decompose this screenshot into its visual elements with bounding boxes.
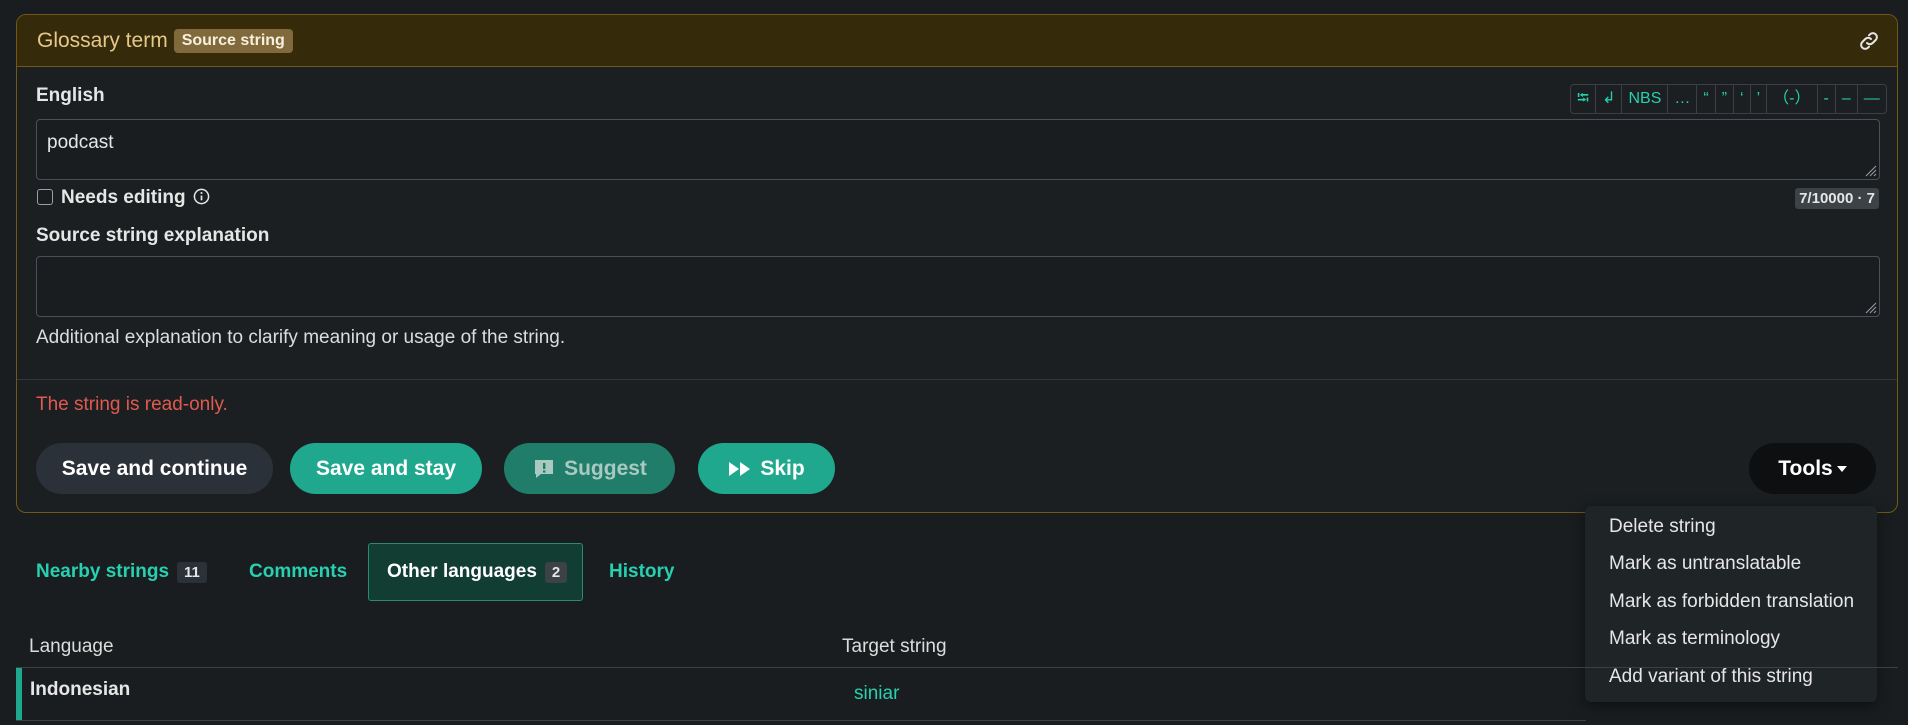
character-counter: 7/10000 · 7 xyxy=(1795,188,1879,209)
tab-history-label: History xyxy=(609,561,675,582)
suggest-label: Suggest xyxy=(564,456,647,480)
tab-other-languages-count: 2 xyxy=(544,561,568,583)
tab-comments-label: Comments xyxy=(249,561,348,582)
needs-editing-label: Needs editing xyxy=(61,187,210,209)
special-char-right-single-quote[interactable]: ’ xyxy=(1749,85,1767,113)
save-and-stay-label: Save and stay xyxy=(315,456,457,480)
menu-item-mark-forbidden[interactable]: Mark as forbidden translation xyxy=(1609,591,1854,613)
tools-dropdown-menu: Delete string Mark as untranslatable Mar… xyxy=(1585,506,1877,702)
explanation-label: Source string explanation xyxy=(36,225,270,246)
tab-nearby-strings[interactable]: Nearby strings 11 xyxy=(36,543,207,601)
source-language-label: English xyxy=(36,85,105,106)
special-char-right-double-quote[interactable]: ” xyxy=(1714,85,1733,113)
special-char-newline[interactable]: ↲ xyxy=(1595,85,1621,113)
row-target-link[interactable]: siniar xyxy=(854,683,899,705)
special-char-left-double-quote[interactable]: “ xyxy=(1696,85,1714,113)
fast-forward-icon xyxy=(729,461,751,476)
save-and-stay-button[interactable]: Save and stay xyxy=(290,443,482,494)
special-char-nbsp[interactable]: NBS xyxy=(1621,85,1667,113)
table-row-divider xyxy=(16,720,1586,721)
caret-down-icon xyxy=(1836,465,1847,472)
suggestion-icon xyxy=(535,459,554,478)
special-char-en-dash[interactable]: – xyxy=(1834,85,1857,113)
menu-item-delete-string[interactable]: Delete string xyxy=(1609,516,1716,538)
glossary-term-panel: Glossary term Source string English ⭾ ↲ … xyxy=(16,14,1898,513)
readonly-message: The string is read-only. xyxy=(36,394,228,415)
needs-editing-text: Needs editing xyxy=(61,187,186,208)
tab-nearby-strings-count: 11 xyxy=(177,561,207,583)
column-header-target-string: Target string xyxy=(842,636,947,657)
source-string-badge: Source string xyxy=(173,28,293,53)
menu-item-add-variant[interactable]: Add variant of this string xyxy=(1609,666,1813,688)
special-char-em-dash[interactable]: — xyxy=(1856,85,1886,113)
skip-button[interactable]: Skip xyxy=(698,443,835,494)
suggest-button[interactable]: Suggest xyxy=(504,443,675,494)
tab-comments[interactable]: Comments xyxy=(249,543,347,601)
tab-nearby-strings-label: Nearby strings xyxy=(36,561,170,582)
save-and-continue-button[interactable]: Save and continue xyxy=(36,443,273,494)
tab-other-languages[interactable]: Other languages 2 xyxy=(368,543,583,601)
table-header-divider xyxy=(16,667,1898,668)
special-characters-toolbar: ⭾ ↲ NBS … “ ” ‘ ’ （-） - – — xyxy=(1570,84,1887,114)
resize-grip-icon[interactable] xyxy=(1863,300,1877,314)
skip-label: Skip xyxy=(760,456,805,480)
tools-label: Tools xyxy=(1778,456,1833,480)
needs-editing-checkbox[interactable] xyxy=(37,189,53,205)
info-icon[interactable] xyxy=(193,188,210,205)
special-char-tab[interactable]: ⭾ xyxy=(1571,85,1595,113)
menu-item-mark-terminology[interactable]: Mark as terminology xyxy=(1609,628,1780,650)
panel-title: Glossary term xyxy=(37,28,168,52)
save-and-continue-label: Save and continue xyxy=(61,456,248,480)
column-header-language: Language xyxy=(29,636,114,657)
source-text-value: podcast xyxy=(47,132,114,153)
resize-grip-icon[interactable] xyxy=(1863,163,1877,177)
explanation-help-text: Additional explanation to clarify meanin… xyxy=(36,327,566,348)
menu-item-mark-untranslatable[interactable]: Mark as untranslatable xyxy=(1609,553,1801,575)
panel-divider xyxy=(17,379,1897,380)
explanation-text-area[interactable] xyxy=(36,256,1880,317)
tab-other-languages-label: Other languages xyxy=(387,561,537,582)
special-char-left-single-quote[interactable]: ‘ xyxy=(1733,85,1750,113)
special-char-hyphen[interactable]: - xyxy=(1816,85,1835,113)
special-char-fullwidth-parens[interactable]: （-） xyxy=(1766,85,1816,113)
tools-dropdown-button[interactable]: Tools xyxy=(1749,443,1876,494)
panel-header: Glossary term Source string xyxy=(17,15,1897,67)
row-language-cell: Indonesian xyxy=(30,679,131,700)
tab-history[interactable]: History xyxy=(609,543,674,601)
link-icon[interactable] xyxy=(1857,29,1881,53)
row-accent-bar xyxy=(16,668,22,720)
special-char-ellipsis[interactable]: … xyxy=(1667,85,1696,113)
source-text-area[interactable]: podcast xyxy=(36,119,1880,180)
